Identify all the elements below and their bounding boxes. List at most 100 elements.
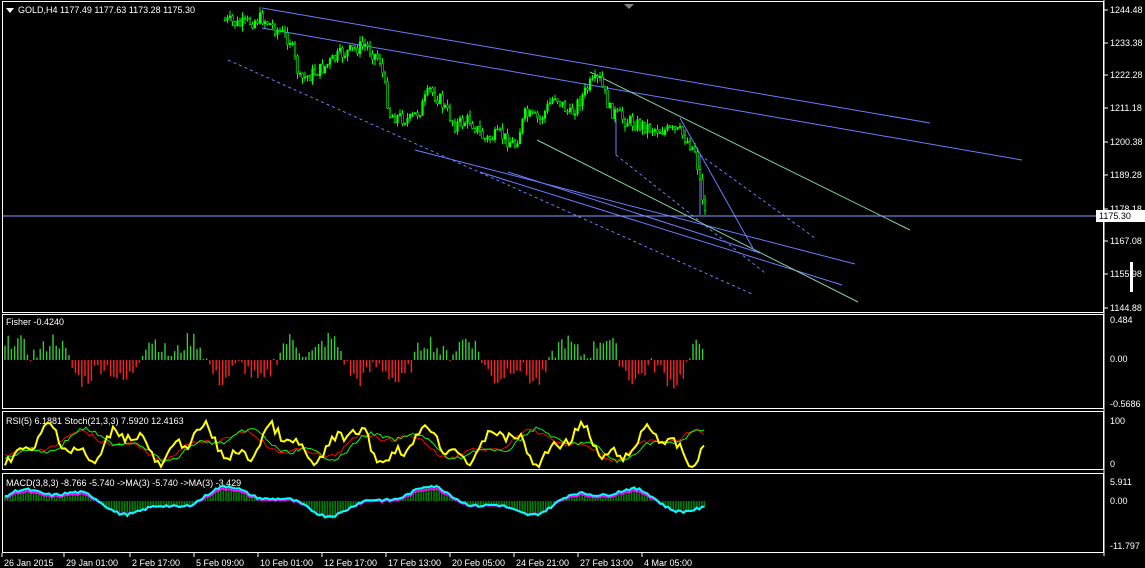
candle-body [701,178,704,201]
candle-body [508,142,512,148]
candle-body [408,113,412,119]
trendline-upper-1[interactable] [261,7,931,124]
candle-body [596,75,599,79]
candle-body [463,122,467,127]
candle-body [253,20,257,29]
candle-body [423,94,427,102]
candle-body [373,53,377,60]
candle-body [448,107,452,122]
time-label: 10 Feb 01:00 [260,558,313,568]
candle-body [396,115,399,123]
candle-body [278,29,282,32]
candle-body [378,57,382,64]
time-label: 2 Feb 17:00 [132,558,180,568]
price-candles[interactable] [223,7,707,215]
candle-body [283,30,287,34]
candle-body [363,44,367,47]
candle-body [686,140,689,144]
macd-signal-line [4,487,705,518]
candle-body [303,76,307,79]
candle-body [653,129,657,132]
candle-body [483,137,487,140]
candle-body [618,109,622,112]
candle-body [398,113,402,116]
candle-body [671,126,674,128]
candle-body [506,133,509,148]
candle-body [391,115,394,118]
rsi-stoch-lines [4,418,705,470]
candle-body [243,17,247,20]
candle-body [651,130,654,133]
candle-body [511,140,514,143]
trendline-dashed-3[interactable] [699,154,816,239]
candle-body [543,110,547,119]
candle-body [358,41,362,54]
candle-body [236,20,239,26]
price-axis[interactable]: 1244.48 1233.38 1222.28 1211.18 1200.38 1189.… [1104,5,1143,313]
candle-body [638,119,642,130]
candle-body [368,46,372,55]
candle-body [601,76,604,87]
trendline-lower-2[interactable] [479,171,843,286]
candle-body [406,117,409,124]
candle-body [458,117,462,123]
candle-body [471,123,474,129]
rsi-label: 100 [1110,416,1125,426]
candle-body [438,93,442,105]
candle-body [413,112,417,115]
candle-body [501,128,504,140]
macd-panel-title: MACD(3,8,3) -8.766 -5.740 ->MA(3) -5.740… [6,478,241,488]
candle-body [528,110,532,117]
candle-body [326,63,329,67]
candle-body [538,117,542,120]
trading-chart[interactable]: GOLD,H4 1177.49 1177.63 1173.28 1175.30 … [0,0,1145,568]
candle-body [541,117,544,120]
trendline-steep[interactable] [679,117,756,253]
candle-body [331,55,334,60]
candle-body [296,55,299,74]
candle-body [456,121,459,132]
candle-body [696,151,699,170]
candle-body [526,108,529,117]
candle-body [593,75,597,79]
chart-shift-marker[interactable] [624,4,634,9]
candle-body [503,133,507,140]
trendline-lower-dashed[interactable] [227,59,753,295]
candle-body [558,101,562,106]
candle-body [441,93,444,108]
candle-body [306,75,309,78]
chart-dropdown-icon[interactable] [6,8,14,13]
candle-body [496,128,499,131]
time-label: 20 Feb 05:00 [452,558,505,568]
candle-body [341,47,344,58]
candle-body [581,94,584,106]
candle-body [613,109,617,119]
candle-body [608,102,612,108]
main-panel-frame [2,1,1104,313]
rsi-axis: 100 0 [1110,416,1125,469]
candle-body [261,12,264,25]
candle-body [318,63,322,77]
candle-body [238,20,242,27]
time-label: 12 Feb 17:00 [324,558,377,568]
macd-line [4,484,705,519]
candle-body [668,125,672,128]
green-line-1[interactable] [589,71,911,231]
candle-body [353,46,357,49]
candle-body [616,109,619,111]
candle-body [578,99,582,106]
trendline-upper-2[interactable] [261,27,1023,161]
candle-body [586,87,589,91]
fisher-label: -0.5686 [1110,399,1141,409]
price-scale-handle[interactable] [1130,262,1133,292]
candle-body [348,44,352,51]
candle-body [446,104,449,109]
time-label: 5 Feb 09:00 [196,558,244,568]
candle-body [606,89,609,108]
candle-body [498,128,502,131]
time-axis[interactable]: 26 Jan 2015 29 Jan 01:00 2 Feb 17:00 5 Feb … [1,553,692,568]
candle-body [273,24,277,35]
candle-body [546,103,549,112]
candle-body [381,63,384,74]
trendline-lower-1[interactable] [414,149,856,265]
